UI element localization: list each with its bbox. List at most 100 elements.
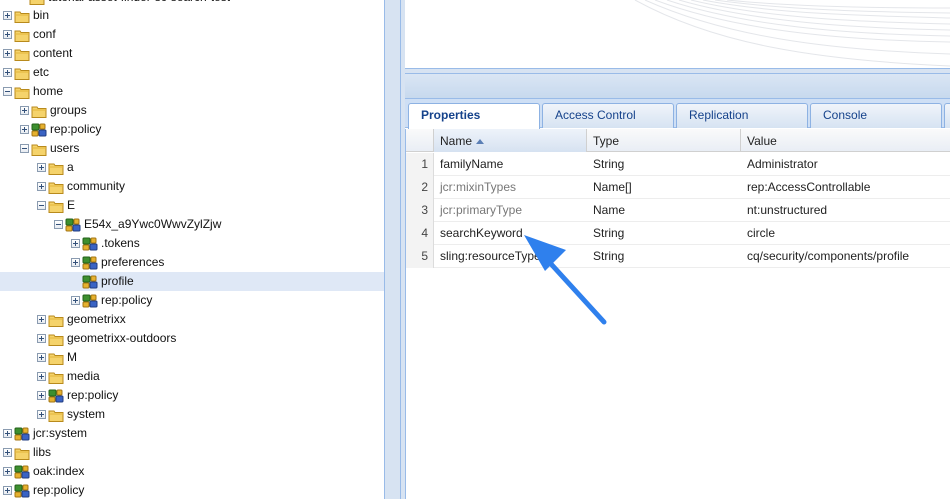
tree-node[interactable]: M <box>0 348 384 367</box>
expand-icon[interactable] <box>20 106 29 115</box>
expand-icon[interactable] <box>71 296 80 305</box>
collapse-icon[interactable] <box>20 144 29 153</box>
tab-access-control[interactable]: Access Control <box>542 103 674 128</box>
property-type-cell[interactable]: String <box>587 153 741 176</box>
property-row[interactable]: 5 sling:resourceType String cq/security/com… <box>406 245 950 268</box>
tree-node[interactable]: geometrixx <box>0 310 384 329</box>
tree-node[interactable]: E54x_a9Ywc0WwvZylZjw <box>0 215 384 234</box>
panel-splitter[interactable] <box>385 0 400 499</box>
tab-console[interactable]: Console <box>810 103 942 128</box>
expand-icon[interactable] <box>20 125 29 134</box>
column-header-value[interactable]: Value <box>741 129 950 152</box>
tree-node[interactable]: rep:policy <box>0 481 384 499</box>
tab-properties[interactable]: Properties <box>408 103 540 129</box>
expand-icon[interactable] <box>37 163 46 172</box>
node-icon <box>14 427 30 440</box>
expand-icon[interactable] <box>3 467 12 476</box>
folder-icon-wrap <box>14 84 30 100</box>
tree-node[interactable]: oak:index <box>0 462 384 481</box>
property-name-cell[interactable]: jcr:primaryType <box>434 199 587 222</box>
node-icon <box>14 465 30 478</box>
tree-node-label: content <box>33 46 73 60</box>
tree-node-label: groups <box>50 103 87 117</box>
expand-icon[interactable] <box>37 410 46 419</box>
collapse-icon[interactable] <box>3 87 12 96</box>
tree-node[interactable]: profile <box>0 272 384 291</box>
expand-icon[interactable] <box>3 11 12 20</box>
tree-node[interactable]: content <box>0 44 384 63</box>
property-name-cell[interactable]: searchKeyword <box>434 222 587 245</box>
property-row[interactable]: 2 jcr:mixinTypes Name[] rep:AccessControlla… <box>406 176 950 199</box>
repository-tree: tutorial-asset-finder-sc-search-test bin… <box>0 0 384 499</box>
expand-icon[interactable] <box>71 239 80 248</box>
expand-icon[interactable] <box>3 448 12 457</box>
folder-icon-wrap <box>48 198 64 214</box>
tree-node[interactable]: home <box>0 82 384 101</box>
property-type-cell[interactable]: String <box>587 245 741 268</box>
column-header-name[interactable]: Name <box>434 129 587 152</box>
tab-replication[interactable]: Replication <box>676 103 808 128</box>
tree-node[interactable]: media <box>0 367 384 386</box>
row-number-cell: 2 <box>406 176 434 199</box>
grid-header: Name Type Value <box>406 129 950 152</box>
tree-node[interactable]: libs <box>0 443 384 462</box>
tree-node[interactable]: conf <box>0 25 384 44</box>
tree-node[interactable]: groups <box>0 101 384 120</box>
property-value-cell[interactable]: nt:unstructured <box>741 199 950 222</box>
expand-icon[interactable] <box>37 372 46 381</box>
expand-icon[interactable] <box>37 182 46 191</box>
expand-icon[interactable] <box>3 49 12 58</box>
row-number-header <box>406 129 434 152</box>
folder-icon <box>14 68 30 80</box>
folder-icon <box>48 372 64 384</box>
expand-icon[interactable] <box>37 334 46 343</box>
folder-icon <box>14 30 30 42</box>
tree-node[interactable]: E <box>0 196 384 215</box>
property-name-cell[interactable]: jcr:mixinTypes <box>434 176 587 199</box>
property-name-cell[interactable]: sling:resourceType <box>434 245 587 268</box>
property-value-cell[interactable]: cq/security/components/profile <box>741 245 950 268</box>
tree-node[interactable]: geometrixx-outdoors <box>0 329 384 348</box>
tree-node[interactable]: rep:policy <box>0 386 384 405</box>
expand-icon[interactable] <box>71 258 80 267</box>
property-type-cell[interactable]: Name[] <box>587 176 741 199</box>
tree-node[interactable]: a <box>0 158 384 177</box>
collapse-icon[interactable] <box>54 220 63 229</box>
expand-icon[interactable] <box>3 68 12 77</box>
expand-icon[interactable] <box>3 30 12 39</box>
property-value-cell[interactable]: circle <box>741 222 950 245</box>
expand-icon[interactable] <box>37 353 46 362</box>
tree-node-label: rep:policy <box>101 293 153 307</box>
tab-overflow[interactable] <box>944 103 950 128</box>
tree-node[interactable]: users <box>0 139 384 158</box>
tree-node[interactable]: preferences <box>0 253 384 272</box>
expand-icon[interactable] <box>3 486 12 495</box>
collapse-icon[interactable] <box>37 201 46 210</box>
tree-node-label: bin <box>33 8 50 22</box>
property-type-cell[interactable]: String <box>587 222 741 245</box>
expand-icon[interactable] <box>37 315 46 324</box>
tree-node-label: preferences <box>101 255 165 269</box>
tree-node[interactable]: bin <box>0 6 384 25</box>
property-value-cell[interactable]: rep:AccessControllable <box>741 176 950 199</box>
property-name-cell[interactable]: familyName <box>434 153 587 176</box>
tree-node[interactable]: rep:policy <box>0 120 384 139</box>
property-row[interactable]: 3 jcr:primaryType Name nt:unstructured <box>406 199 950 222</box>
tree-node[interactable]: jcr:system <box>0 424 384 443</box>
node-icon-wrap <box>82 255 98 271</box>
tree-node[interactable]: system <box>0 405 384 424</box>
tree-node[interactable]: rep:policy <box>0 291 384 310</box>
column-header-type[interactable]: Type <box>587 129 741 152</box>
property-row[interactable]: 1 familyName String Administrator <box>406 153 950 176</box>
tree-node[interactable]: .tokens <box>0 234 384 253</box>
tree-node[interactable]: community <box>0 177 384 196</box>
tree-node-label: home <box>33 84 64 98</box>
tree-node-label: a <box>67 160 74 174</box>
tree-node[interactable]: etc <box>0 63 384 82</box>
folder-icon <box>14 49 30 61</box>
property-value-cell[interactable]: Administrator <box>741 153 950 176</box>
expand-icon[interactable] <box>37 391 46 400</box>
property-row[interactable]: 4 searchKeyword String circle <box>406 222 950 245</box>
property-type-cell[interactable]: Name <box>587 199 741 222</box>
expand-icon[interactable] <box>3 429 12 438</box>
